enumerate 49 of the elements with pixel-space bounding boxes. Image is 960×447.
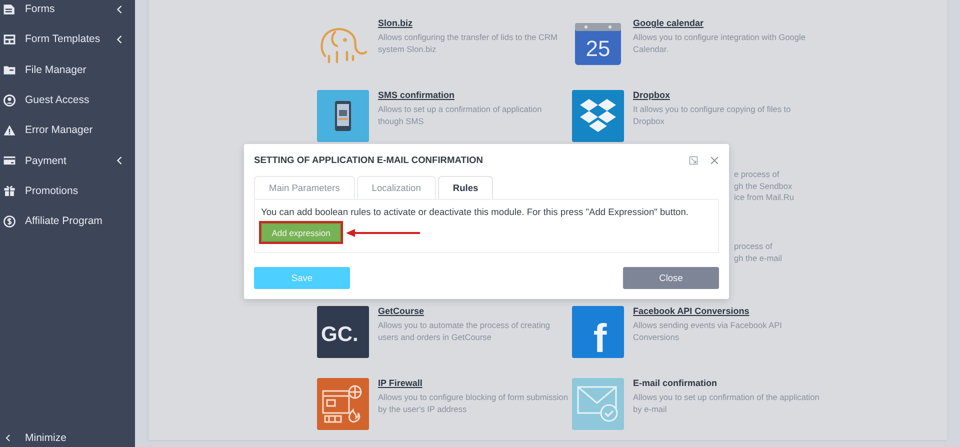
- sidebar-item[interactable]: File Manager: [0, 54, 135, 85]
- sidebar-item[interactable]: Error Manager: [0, 115, 135, 146]
- chevron-icon: [116, 34, 123, 44]
- minimize-button[interactable]: Minimize: [0, 429, 135, 447]
- resize-icon[interactable]: [689, 156, 698, 164]
- module-description: Allows you to automate the process of creating users and orders in GetCourse: [378, 320, 552, 343]
- module-link[interactable]: Facebook API Conversions: [633, 306, 823, 316]
- logo-icon: GC.: [317, 306, 369, 358]
- sidebar-item[interactable]: Promotions: [0, 176, 135, 206]
- module-description: It allows you to configure copying of files to Dropbox: [633, 104, 792, 127]
- sidebar-item[interactable]: Guest Access: [0, 84, 135, 116]
- rules-message: You can add boolean rules to activate or deactivate this module. For this press "Add Expression" button.: [261, 207, 690, 217]
- module-link[interactable]: GetCourse: [378, 306, 568, 316]
- firewall-icon: [317, 378, 369, 430]
- document-icon: [3, 2, 16, 16]
- module-link[interactable]: Slon.biz: [378, 18, 568, 28]
- chevron-icon: [116, 156, 123, 166]
- dialog-title: SETTING OF APPLICATION E-MAIL CONFIRMATION: [254, 155, 484, 165]
- module-description: Allows you to configure blocking of form submission by the user's IP address: [378, 392, 568, 415]
- module-description: Allows to set up a confirmation of application though SMS: [378, 104, 543, 127]
- facebook-icon: f: [572, 306, 624, 358]
- layout-icon: [3, 32, 16, 46]
- card-icon: [3, 154, 16, 168]
- module-link[interactable]: Dropbox: [633, 90, 823, 100]
- module-description: process of gh the e-mail: [734, 241, 782, 265]
- sidebar-item[interactable]: Form Templates: [0, 24, 135, 55]
- module-description: Allows you to set up confirmation of the application by e-mail: [633, 392, 820, 415]
- module-link[interactable]: IP Firewall: [378, 378, 568, 388]
- chevron-icon: [116, 4, 123, 14]
- module-link[interactable]: SMS confirmation: [378, 90, 568, 100]
- sidebar-item[interactable]: Payment: [0, 145, 135, 176]
- tab[interactable]: Rules: [438, 176, 494, 199]
- envelope-icon: [572, 378, 624, 430]
- warning-icon: [3, 124, 16, 137]
- module-link[interactable]: Google calendar: [633, 18, 823, 28]
- dollar-icon: [3, 214, 16, 228]
- boxes-icon: [572, 90, 624, 142]
- module-description: Allows you to configure integration with Google Calendar.: [633, 32, 806, 55]
- module-description: e process of gh the Sendbox ice from Mail.Ru: [734, 169, 794, 204]
- close-icon[interactable]: [710, 156, 719, 164]
- sidebar-item[interactable]: Affiliate Program: [0, 206, 135, 236]
- user-icon: [3, 94, 16, 107]
- gift-icon: [3, 184, 16, 198]
- module-title: E-mail confirmation: [633, 378, 718, 388]
- module-description: Allows configuring the transfer of lids to the CRM system Slon.biz: [378, 32, 558, 55]
- phone-icon: [317, 90, 369, 142]
- sidebar-item[interactable]: Forms: [0, 0, 135, 24]
- chevron-icon: [5, 434, 11, 442]
- module-description: Allows sending events via Facebook API Conversions: [633, 320, 783, 343]
